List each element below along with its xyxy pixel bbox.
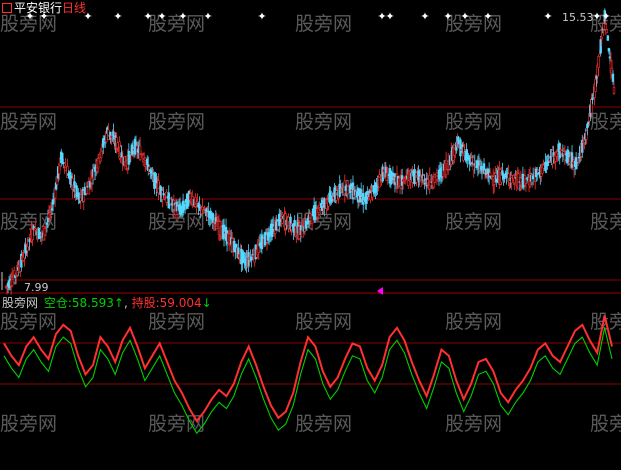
watermark-text: 股旁网 bbox=[295, 111, 352, 133]
title-bar: 平安银行日线 bbox=[2, 1, 86, 15]
white-cross-star-icon: ✦ bbox=[443, 10, 452, 23]
candlestick-series[interactable] bbox=[4, 8, 616, 295]
up-arrow-icon: ↑ bbox=[113, 296, 124, 310]
white-cross-star-icon: ✦ bbox=[543, 10, 552, 23]
white-cross-star-icon: ✦ bbox=[178, 10, 187, 23]
white-cross-star-icon: ✦ bbox=[483, 10, 492, 23]
candle-body bbox=[600, 36, 603, 40]
stock-name[interactable]: 平安银行 bbox=[14, 1, 62, 15]
watermark-text: 股旁网 bbox=[445, 111, 502, 133]
period-label[interactable]: 日线 bbox=[62, 1, 86, 15]
candle-body bbox=[488, 172, 492, 177]
watermark-text: 股旁网 bbox=[0, 111, 57, 133]
white-cross-star-icon: ✦ bbox=[113, 10, 122, 23]
white-cross-star-icon: ✦ bbox=[157, 10, 166, 23]
watermark-text: 股旁网 bbox=[445, 211, 502, 233]
candle-body bbox=[62, 161, 65, 164]
short-value: 58.593 bbox=[71, 296, 114, 310]
candle-body bbox=[604, 24, 608, 30]
short-label: 空仓: bbox=[43, 296, 72, 310]
chart-misc bbox=[1, 272, 383, 295]
candle-body bbox=[602, 23, 605, 30]
watermark-text: 股旁网 bbox=[0, 311, 57, 333]
white-cross-star-icon: ✦ bbox=[601, 10, 610, 23]
candle[interactable] bbox=[605, 28, 609, 34]
watermark-text: 股旁网 bbox=[590, 211, 621, 233]
stock-chart[interactable]: 股旁网股旁网股旁网股旁网股旁网股旁网股旁网股旁网股旁网股旁网股旁网股旁网股旁网股… bbox=[0, 0, 621, 466]
candle[interactable] bbox=[558, 142, 561, 165]
candle-body bbox=[612, 87, 616, 94]
watermark-text: 股旁网 bbox=[445, 13, 502, 35]
grid-lines bbox=[0, 106, 621, 385]
white-cross-star-icon: ✦ bbox=[592, 10, 601, 23]
white-cross-star-icon: ✦ bbox=[143, 10, 152, 23]
down-arrow-icon: ↓ bbox=[201, 296, 212, 310]
white-cross-star-icon: ✦ bbox=[203, 10, 212, 23]
candle[interactable] bbox=[606, 34, 610, 41]
candle-body bbox=[250, 256, 253, 261]
candle-body bbox=[369, 193, 372, 201]
candle-body bbox=[611, 73, 615, 82]
red-square-icon bbox=[2, 3, 12, 13]
indicator-name[interactable]: 股旁网 bbox=[2, 296, 38, 310]
watermark-text: 股旁网 bbox=[445, 311, 502, 333]
watermark-text: 股旁网 bbox=[445, 413, 502, 435]
price-low-label: 7.99 bbox=[24, 281, 49, 294]
candle-body bbox=[162, 193, 165, 196]
watermark-text: 股旁网 bbox=[295, 413, 352, 435]
watermark-text: 股旁网 bbox=[0, 413, 57, 435]
candle-body bbox=[32, 226, 35, 229]
magenta-triangle-left-icon bbox=[377, 287, 383, 295]
watermark-text: 股旁网 bbox=[590, 111, 621, 133]
candle-body bbox=[597, 55, 600, 68]
price-high-label: 15.53 bbox=[562, 11, 594, 24]
indicator-header: 股旁网 空仓:58.593↑, 持股:59.004↓ bbox=[2, 296, 212, 310]
long-value: 59.004 bbox=[159, 296, 202, 310]
watermark-text: 股旁网 bbox=[295, 311, 352, 333]
watermark-text: 股旁网 bbox=[148, 111, 205, 133]
watermark-text: 股旁网 bbox=[148, 311, 205, 333]
white-cross-star-icon: ✦ bbox=[257, 10, 266, 23]
candle-body bbox=[606, 35, 610, 41]
white-cross-star-icon: ✦ bbox=[460, 10, 469, 23]
candle-body bbox=[605, 29, 609, 34]
long-label: 持股: bbox=[131, 296, 160, 310]
white-cross-star-icon: ✦ bbox=[385, 10, 394, 23]
chart-stage[interactable]: 股旁网股旁网股旁网股旁网股旁网股旁网股旁网股旁网股旁网股旁网股旁网股旁网股旁网股… bbox=[0, 0, 621, 466]
white-cross-star-icon: ✦ bbox=[420, 10, 429, 23]
candle-body bbox=[403, 181, 407, 184]
watermark-text: 股旁网 bbox=[295, 13, 352, 35]
watermark-text: 股旁网 bbox=[590, 413, 621, 435]
